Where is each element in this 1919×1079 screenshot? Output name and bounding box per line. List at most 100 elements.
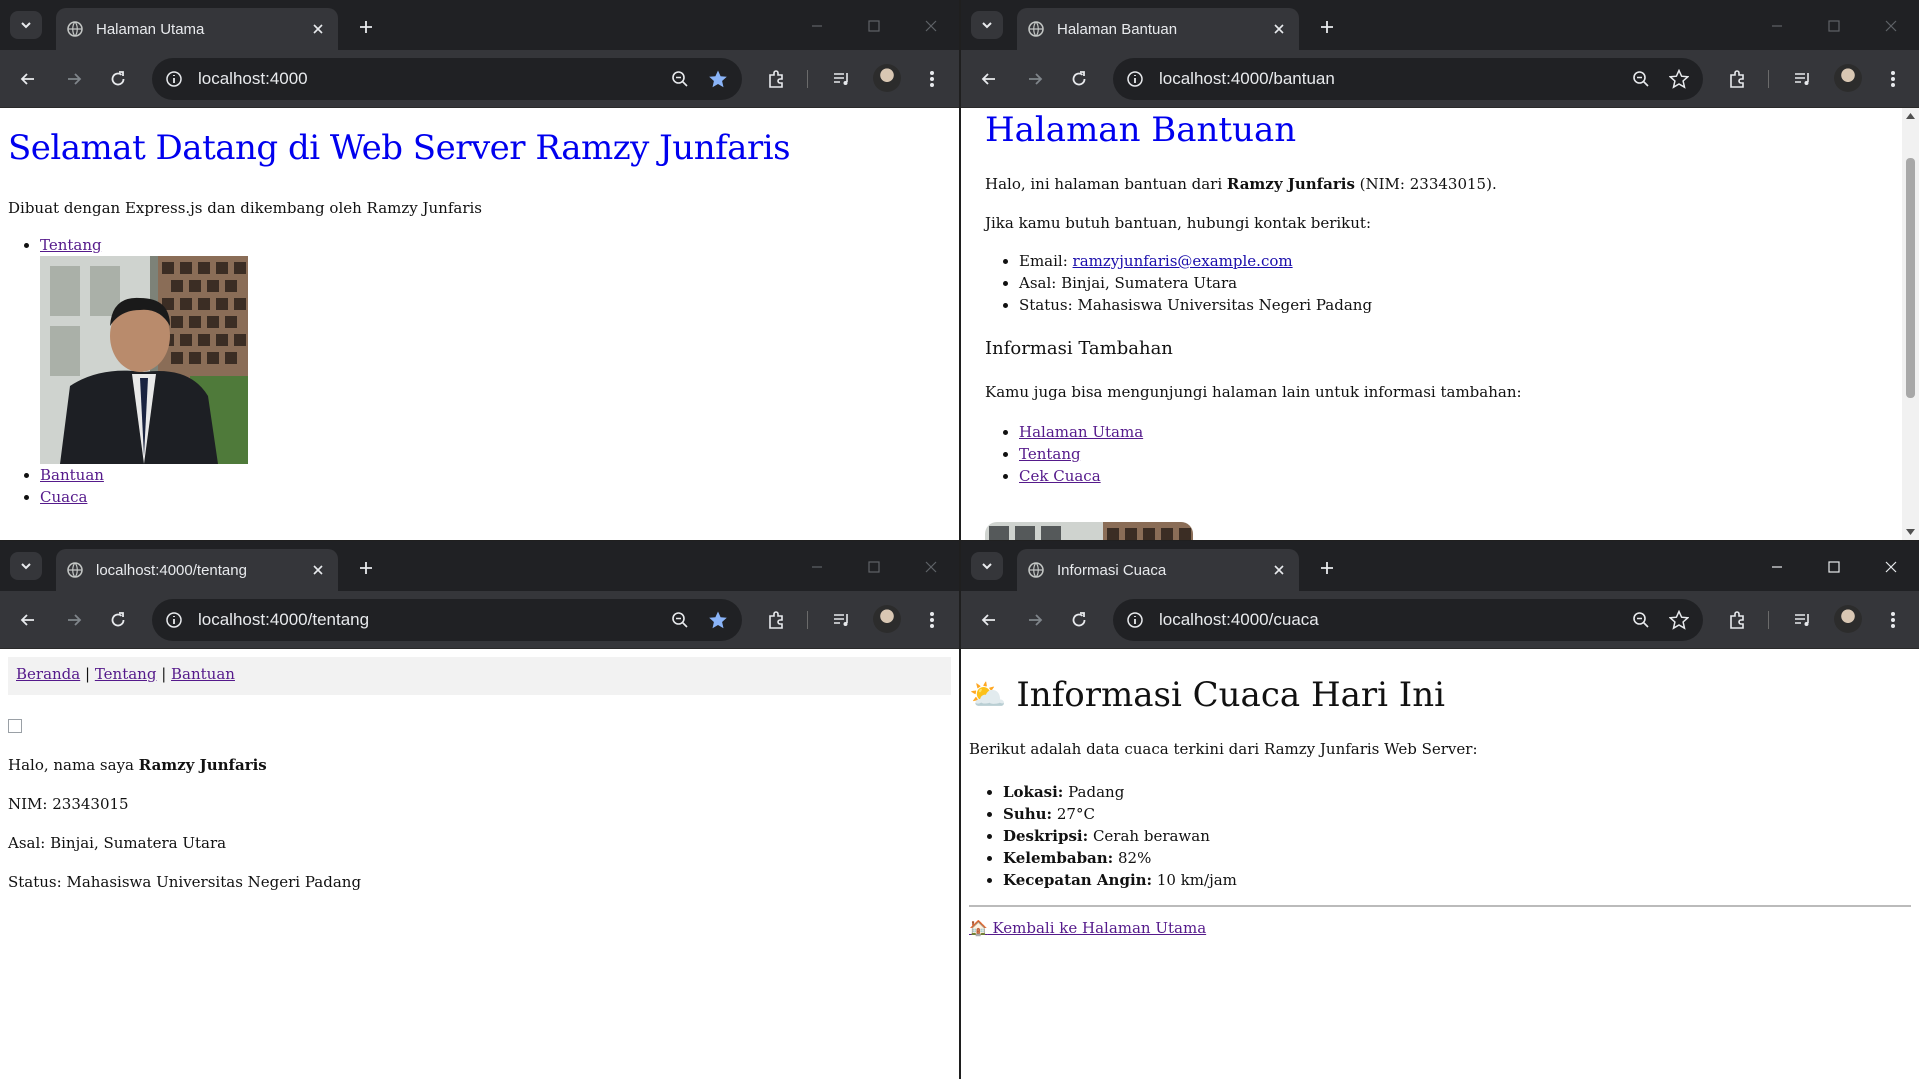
maximize-button[interactable] (845, 14, 902, 38)
media-control-icon[interactable] (828, 65, 856, 93)
address-bar[interactable]: localhost:4000/cuaca (1113, 599, 1703, 641)
tab-informasi-cuaca[interactable]: Informasi Cuaca (1017, 549, 1299, 591)
new-tab-button[interactable] (1313, 554, 1341, 582)
close-window-button[interactable] (902, 555, 959, 579)
email-label: Email: (1019, 252, 1073, 270)
zoom-icon[interactable] (1627, 65, 1655, 93)
tab-halaman-bantuan[interactable]: Halaman Bantuan (1017, 8, 1299, 50)
link-bantuan[interactable]: Bantuan (40, 466, 104, 484)
arrow-left-icon (20, 73, 34, 85)
back-button[interactable] (14, 65, 42, 93)
media-control-icon[interactable] (1789, 65, 1817, 93)
nav-link-tentang[interactable]: Tentang (95, 665, 157, 683)
back-button[interactable] (14, 606, 42, 634)
puzzle-icon[interactable] (1723, 65, 1751, 93)
nav-link-bantuan[interactable]: Bantuan (171, 665, 235, 683)
scroll-up-icon[interactable] (1905, 112, 1916, 120)
back-button[interactable] (975, 606, 1003, 634)
close-window-button[interactable] (1862, 14, 1919, 38)
avatar[interactable] (873, 605, 901, 633)
close-icon[interactable] (306, 17, 330, 41)
link-tentang[interactable]: Tentang (40, 236, 102, 254)
avatar[interactable] (1834, 605, 1862, 633)
link-cuaca[interactable]: Cuaca (40, 488, 87, 506)
minimize-button[interactable] (1748, 555, 1805, 579)
tab-halaman-utama[interactable]: Halaman Utama (56, 8, 338, 50)
star-icon[interactable] (1665, 65, 1693, 93)
new-tab-button[interactable] (352, 13, 380, 41)
zoom-icon[interactable] (1627, 606, 1655, 634)
media-control-icon[interactable] (828, 606, 856, 634)
close-icon[interactable] (306, 558, 330, 582)
maximize-button[interactable] (1805, 555, 1862, 579)
toolbar-divider (807, 70, 808, 88)
puzzle-icon[interactable] (762, 65, 790, 93)
nav-link-beranda[interactable]: Beranda (16, 665, 80, 683)
toolbar: localhost:4000/bantuan (961, 50, 1919, 108)
address-bar[interactable]: localhost:4000/bantuan (1113, 58, 1703, 100)
item-label: Suhu: (1003, 805, 1053, 823)
tab-tentang[interactable]: localhost:4000/tentang (56, 549, 338, 591)
close-icon[interactable] (1267, 558, 1291, 582)
zoom-icon[interactable] (666, 606, 694, 634)
back-home-link[interactable]: 🏠 Kembali ke Halaman Utama (969, 919, 1206, 937)
item-value: Cerah berawan (1088, 827, 1210, 845)
link-halaman-utama[interactable]: Halaman Utama (1019, 423, 1143, 441)
tab-strip: localhost:4000/tentang (0, 541, 959, 591)
kebab-menu-icon[interactable] (918, 606, 946, 634)
maximize-button[interactable] (845, 555, 902, 579)
star-icon[interactable] (704, 65, 732, 93)
minimize-button[interactable] (788, 555, 845, 579)
page-content: Selamat Datang di Web Server Ramzy Junfa… (0, 108, 959, 540)
minimize-button[interactable] (1748, 14, 1805, 38)
info-icon[interactable] (162, 67, 186, 91)
scrollbar[interactable] (1902, 108, 1919, 540)
avatar[interactable] (1834, 64, 1862, 92)
star-icon[interactable] (704, 606, 732, 634)
page-navbar: Beranda | Tentang | Bantuan (8, 657, 951, 695)
forward-button[interactable] (1021, 65, 1049, 93)
kebab-menu-icon[interactable] (1879, 65, 1907, 93)
intro-suffix: (NIM: 23343015). (1354, 175, 1497, 193)
puzzle-icon[interactable] (1723, 606, 1751, 634)
kebab-menu-icon[interactable] (1879, 606, 1907, 634)
link-cek-cuaca[interactable]: Cek Cuaca (1019, 467, 1101, 485)
avatar[interactable] (873, 64, 901, 92)
profile-photo-partial (985, 522, 1193, 540)
address-bar[interactable]: localhost:4000 (152, 58, 742, 100)
forward-button[interactable] (60, 65, 88, 93)
link-tentang[interactable]: Tentang (1019, 445, 1081, 463)
info-icon[interactable] (162, 608, 186, 632)
tab-search-button[interactable] (971, 552, 1003, 580)
close-window-button[interactable] (902, 14, 959, 38)
kebab-menu-icon[interactable] (918, 65, 946, 93)
email-link[interactable]: ramzyjunfaris@example.com (1073, 252, 1293, 270)
maximize-button[interactable] (1805, 14, 1862, 38)
close-icon[interactable] (1267, 17, 1291, 41)
info-icon[interactable] (1123, 67, 1147, 91)
reload-button[interactable] (104, 65, 132, 93)
scroll-thumb[interactable] (1906, 158, 1915, 398)
back-button[interactable] (975, 65, 1003, 93)
tab-search-button[interactable] (10, 11, 42, 39)
arrow-right-icon (68, 614, 82, 626)
forward-button[interactable] (1021, 606, 1049, 634)
close-window-button[interactable] (1862, 555, 1919, 579)
zoom-icon[interactable] (666, 65, 694, 93)
sun-behind-cloud-icon: ⛅ (969, 677, 1007, 713)
new-tab-button[interactable] (352, 554, 380, 582)
reload-button[interactable] (104, 606, 132, 634)
tab-search-button[interactable] (10, 552, 42, 580)
reload-button[interactable] (1065, 65, 1093, 93)
address-bar[interactable]: localhost:4000/tentang (152, 599, 742, 641)
new-tab-button[interactable] (1313, 13, 1341, 41)
minimize-button[interactable] (788, 14, 845, 38)
media-control-icon[interactable] (1789, 606, 1817, 634)
tab-search-button[interactable] (971, 11, 1003, 39)
info-icon[interactable] (1123, 608, 1147, 632)
forward-button[interactable] (60, 606, 88, 634)
scroll-down-icon[interactable] (1905, 528, 1916, 536)
star-icon[interactable] (1665, 606, 1693, 634)
reload-button[interactable] (1065, 606, 1093, 634)
puzzle-icon[interactable] (762, 606, 790, 634)
